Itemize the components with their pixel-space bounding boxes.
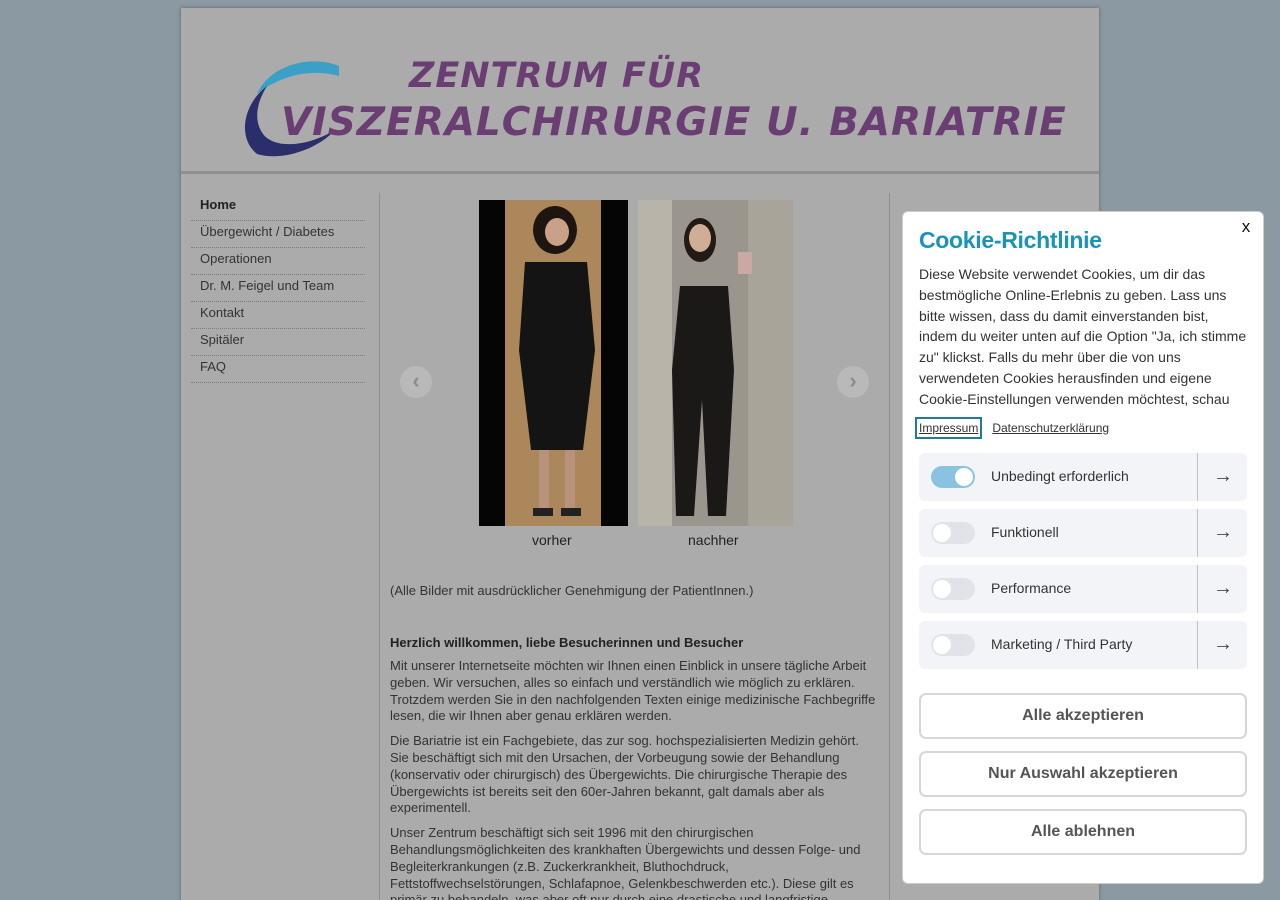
accept-selection-button[interactable]: Nur Auswahl akzeptieren bbox=[919, 751, 1247, 797]
slider-next-button[interactable]: › bbox=[837, 366, 869, 398]
nav-item-faq[interactable]: FAQ bbox=[191, 356, 365, 383]
nav-item-home[interactable]: Home bbox=[191, 194, 365, 221]
reject-all-button[interactable]: Alle ablehnen bbox=[919, 809, 1247, 855]
site-header: ZENTRUM FÜR VISZERALCHIRURGIE U. BARIATR… bbox=[181, 8, 1099, 174]
before-label: vorher bbox=[532, 532, 572, 548]
intro-paragraph: Mit unserer Internetseite möchten wir Ih… bbox=[390, 658, 876, 724]
main-content: vorher nachher ‹ › (Alle Bilder mit ausd… bbox=[390, 198, 880, 900]
arrow-right-icon[interactable]: → bbox=[1199, 621, 1247, 669]
bariatrie-paragraph: Die Bariatrie ist ein Fachgebiete, das z… bbox=[390, 733, 859, 816]
chevron-right-icon: › bbox=[849, 368, 857, 393]
column-divider-left bbox=[379, 193, 380, 900]
nav-item-kontakt[interactable]: Kontakt bbox=[191, 302, 365, 329]
welcome-heading: Herzlich willkommen, liebe Besucherinnen… bbox=[390, 635, 744, 650]
cookie-category-marketing: Marketing / Third Party → bbox=[919, 621, 1247, 669]
column-divider-right bbox=[889, 193, 890, 900]
category-label: Unbedingt erforderlich bbox=[991, 468, 1129, 484]
nav-item-operationen[interactable]: Operationen bbox=[191, 248, 365, 275]
cookie-title: Cookie-Richtlinie bbox=[919, 227, 1102, 253]
arrow-right-icon[interactable]: → bbox=[1199, 509, 1247, 557]
toggle-performance[interactable] bbox=[931, 578, 975, 600]
cookie-category-performance: Performance → bbox=[919, 565, 1247, 613]
category-label: Funktionell bbox=[991, 524, 1059, 540]
nav-item-team[interactable]: Dr. M. Feigel und Team bbox=[191, 275, 365, 302]
main-navigation: Home Übergewicht / Diabetes Operationen … bbox=[191, 194, 365, 383]
chevron-left-icon: ‹ bbox=[412, 368, 420, 393]
arrow-right-icon[interactable]: → bbox=[1199, 565, 1247, 613]
nav-item-uebergewicht-diabetes[interactable]: Übergewicht / Diabetes bbox=[191, 221, 365, 248]
toggle-functional[interactable] bbox=[931, 522, 975, 544]
zentrum-paragraph: Unser Zentrum beschäftigt sich seit 1996… bbox=[390, 825, 861, 900]
privacy-policy-link[interactable]: Datenschutzerklärung bbox=[992, 421, 1109, 435]
toggle-necessary[interactable] bbox=[931, 466, 975, 488]
impressum-link[interactable]: Impressum bbox=[915, 417, 983, 439]
after-label: nachher bbox=[688, 532, 739, 548]
category-label: Marketing / Third Party bbox=[991, 636, 1133, 652]
cookie-description: Diese Website verwendet Cookies, um dir … bbox=[919, 266, 1247, 407]
category-label: Performance bbox=[991, 580, 1072, 596]
cookie-dialog: x Cookie-Richtlinie Diese Website verwen… bbox=[902, 211, 1264, 884]
cookie-links: Impressum Datenschutzerklärung bbox=[915, 417, 1109, 439]
image-slider: vorher nachher ‹ › bbox=[390, 198, 880, 558]
accept-all-button[interactable]: Alle akzeptieren bbox=[919, 693, 1247, 739]
toggle-marketing[interactable] bbox=[931, 634, 975, 656]
cookie-category-functional: Funktionell → bbox=[919, 509, 1247, 557]
cookie-category-necessary: Unbedingt erforderlich → bbox=[919, 453, 1247, 501]
close-icon[interactable]: x bbox=[1238, 217, 1254, 237]
after-photo bbox=[638, 200, 793, 526]
arrow-right-icon[interactable]: → bbox=[1199, 453, 1247, 501]
logo-title-line2: VISZERALCHIRURGIE U. BARIATRIE bbox=[281, 100, 1067, 145]
image-caption: (Alle Bilder mit ausdrücklicher Genehmig… bbox=[390, 583, 754, 598]
logo-title-line1: ZENTRUM FÜR bbox=[409, 56, 705, 96]
slider-prev-button[interactable]: ‹ bbox=[400, 366, 432, 398]
before-photo bbox=[479, 200, 628, 526]
nav-item-spitaeler[interactable]: Spitäler bbox=[191, 329, 365, 356]
